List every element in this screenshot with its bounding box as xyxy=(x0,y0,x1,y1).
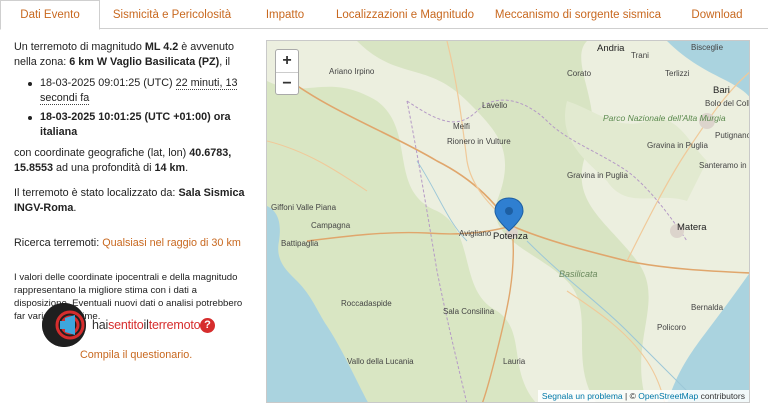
place-label: Lauria xyxy=(503,357,526,366)
zoom-out-button[interactable]: − xyxy=(276,72,298,94)
hai-sentito-logo[interactable]: haisentitoilterremoto ? xyxy=(42,303,222,349)
search-nearby-link[interactable]: Qualsiasi nel raggio di 30 km xyxy=(102,237,241,249)
place-label: Putignano xyxy=(715,131,750,140)
tab-sismicita[interactable]: Sismicità e Pericolosità xyxy=(100,0,244,29)
local-time-item: 18-03-2025 10:01:25 (UTC +01:00) ora ita… xyxy=(28,110,254,140)
place-label: Battipaglia xyxy=(281,239,319,248)
place-label: Avigliano xyxy=(459,229,492,238)
place-label: Bari xyxy=(713,85,730,96)
osm-link[interactable]: OpenStreetMap xyxy=(638,391,698,401)
event-summary: Un terremoto di magnitudo ML 4.2 è avven… xyxy=(14,40,254,70)
place-label: Terlizzi xyxy=(665,69,690,78)
tab-impatto[interactable]: Impatto xyxy=(244,0,326,29)
place-label: Potenza xyxy=(493,231,528,242)
place-label: Roccadaspide xyxy=(341,299,392,308)
place-label: Corato xyxy=(567,69,592,78)
place-label: Vallo della Lucania xyxy=(347,357,414,366)
tab-download[interactable]: Download xyxy=(672,0,762,29)
place-label: Bisceglie xyxy=(691,43,724,52)
region-label: Basilicata xyxy=(559,269,598,279)
located-text: Il terremoto è stato localizzato da: xyxy=(14,187,179,199)
place-label: Gravina in Puglia xyxy=(567,171,628,180)
coords-text: con coordinate geografiche (lat, lon) xyxy=(14,147,190,159)
depth-value: 14 km xyxy=(154,162,186,174)
tab-localizzazioni[interactable]: Localizzazioni e Magnitudo xyxy=(326,0,484,29)
place-label: Policoro xyxy=(657,323,686,332)
event-details: Un terremoto di magnitudo ML 4.2 è avven… xyxy=(14,40,254,323)
place-label: Bolo del Colle xyxy=(705,99,750,108)
depth-text: . xyxy=(185,162,189,174)
place-label: Melfi xyxy=(453,122,470,131)
zoom-in-button[interactable]: + xyxy=(276,50,298,72)
tab-dati-evento[interactable]: Dati Evento xyxy=(0,0,100,30)
hst-logo-text: haisentitoilterremoto xyxy=(92,318,201,332)
time-list: 18-03-2025 09:01:25 (UTC) 22 minuti, 13 … xyxy=(28,76,254,140)
coords-line: con coordinate geografiche (lat, lon) 40… xyxy=(14,146,254,176)
place-label: Rionero in Vulture xyxy=(447,137,511,146)
utc-time: 18-03-2025 09:01:25 (UTC) xyxy=(40,77,173,89)
utc-time-item: 18-03-2025 09:01:25 (UTC) 22 minuti, 13 … xyxy=(28,76,254,106)
place-label: Bernalda xyxy=(691,303,724,312)
place-label: Gravina in Puglia xyxy=(647,141,708,150)
question-icon: ? xyxy=(200,318,215,333)
depth-text: ad una profondità di xyxy=(53,162,155,174)
event-map[interactable]: Ariano Irpino Andria Bisceglie Trani Cor… xyxy=(266,40,750,403)
summary-text: , il xyxy=(219,56,231,68)
park-label: Parco Nazionale dell'Alta Murgia xyxy=(603,113,726,123)
map-attribution: Segnala un problema | © OpenStreetMap co… xyxy=(537,390,749,402)
questionnaire-link[interactable]: Compila il questionario. xyxy=(80,349,192,361)
place-label: Giffoni Valle Piana xyxy=(271,203,337,212)
tab-meccanismo[interactable]: Meccanismo di sorgente sismica xyxy=(484,0,672,29)
summary-text: Un terremoto di magnitudo xyxy=(14,41,145,53)
magnitude-value: ML 4.2 xyxy=(144,41,179,53)
place-label: Trani xyxy=(631,51,649,60)
search-label: Ricerca terremoti: xyxy=(14,237,103,249)
zoom-control: + − xyxy=(275,49,299,95)
place-label: Lavello xyxy=(482,101,508,110)
place-label: Ariano Irpino xyxy=(329,67,375,76)
local-time: 18-03-2025 10:01:25 (UTC +01:00) ora ita… xyxy=(40,111,231,138)
located-text: . xyxy=(73,202,77,214)
zone-value: 6 km W Vaglio Basilicata (PZ) xyxy=(69,56,220,68)
place-label: Campagna xyxy=(311,221,351,230)
place-label: Matera xyxy=(677,222,707,233)
report-problem-link[interactable]: Segnala un problema xyxy=(542,391,623,401)
tab-bar: Dati Evento Sismicità e Pericolosità Imp… xyxy=(0,0,768,30)
located-line: Il terremoto è stato localizzato da: Sal… xyxy=(14,186,254,216)
place-label: Sala Consilina xyxy=(443,307,495,316)
hst-logo-icon xyxy=(42,303,86,347)
place-label: Andria xyxy=(597,43,625,54)
place-label: Santeramo in Colle xyxy=(699,161,749,170)
search-line: Ricerca terremoti: Qualsiasi nel raggio … xyxy=(14,236,254,251)
